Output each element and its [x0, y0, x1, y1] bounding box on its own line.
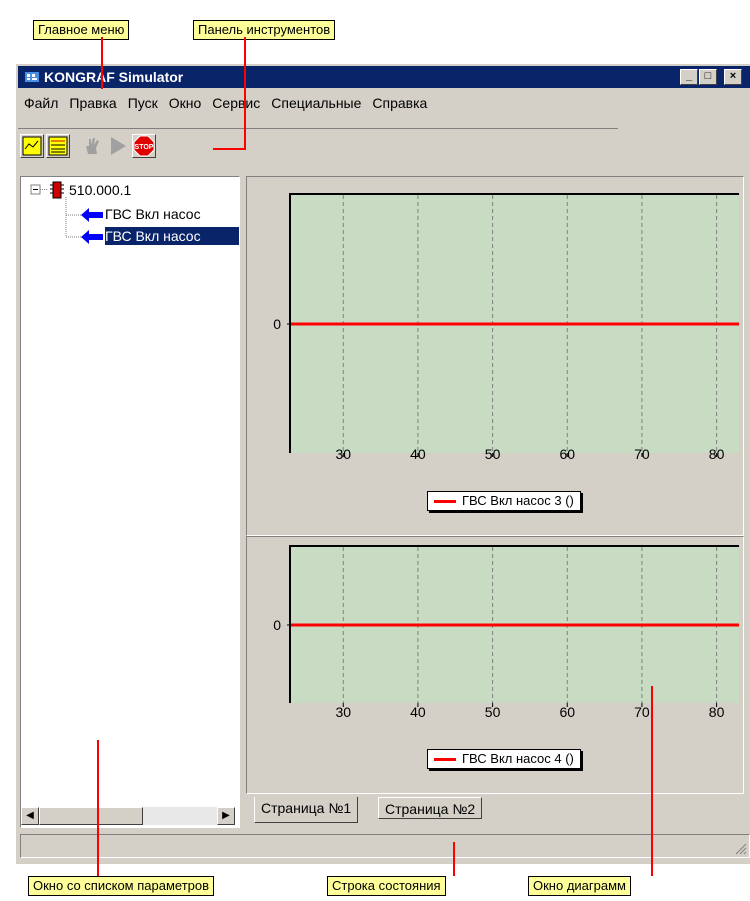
tree-item[interactable]: ГВС Вкл насос — [105, 205, 239, 223]
pointer-line-diagram — [651, 686, 653, 876]
x-tick-label: 80 — [709, 446, 725, 462]
arrow-left-icon — [81, 208, 103, 222]
main-menu: Файл Правка Пуск Окно Сервис Специальные Справ… — [20, 92, 434, 114]
callout-param-list: Окно со списком параметров — [28, 876, 215, 896]
menu-file[interactable]: Файл — [20, 92, 62, 114]
menu-separator — [18, 128, 618, 129]
x-tick-label: 70 — [634, 446, 650, 462]
device-icon — [50, 181, 64, 199]
x-tick-label: 50 — [485, 446, 501, 462]
pointer-line-status — [453, 842, 455, 876]
play-button[interactable] — [106, 134, 130, 158]
x-tick-label: 40 — [410, 704, 426, 720]
callout-toolbar: Панель инструментов — [193, 20, 336, 40]
menu-window[interactable]: Окно — [165, 92, 206, 114]
menu-service[interactable]: Сервис — [208, 92, 264, 114]
x-tick-label: 50 — [485, 704, 501, 720]
tree-hscrollbar[interactable]: ◀ ▶ — [21, 807, 235, 825]
legend-swatch — [434, 758, 456, 761]
legend-label: ГВС Вкл насос 3 () — [462, 493, 574, 508]
legend-label: ГВС Вкл насос 4 () — [462, 751, 574, 766]
chart-2-legend: ГВС Вкл насос 4 () — [427, 749, 581, 769]
stop-button[interactable]: STOP — [132, 134, 156, 158]
x-tick-label: 60 — [559, 704, 575, 720]
x-tick-label: 40 — [410, 446, 426, 462]
parameter-tree[interactable]: 510.000.1 ГВС Вкл насос ГВС Вкл насос ◀ … — [20, 176, 240, 828]
window-title: KONGRAF Simulator — [44, 69, 184, 85]
step-button[interactable] — [80, 134, 104, 158]
menu-edit[interactable]: Правка — [65, 92, 120, 114]
tree-item-selected[interactable]: ГВС Вкл насос — [105, 227, 239, 245]
x-tick-label: 60 — [559, 446, 575, 462]
chart-panel-2: 30 40 50 60 70 80 0 ГВС Вкл насос 4 () — [246, 536, 744, 794]
scroll-thumb[interactable] — [39, 807, 143, 825]
status-bar — [20, 834, 750, 858]
maximize-button[interactable]: □ — [699, 69, 717, 85]
x-tick-label: 30 — [335, 446, 351, 462]
close-button[interactable]: × — [724, 69, 742, 85]
chart-view-button[interactable] — [20, 134, 44, 158]
menu-special[interactable]: Специальные — [267, 92, 365, 114]
table-view-button[interactable] — [46, 134, 70, 158]
resize-grip-icon[interactable] — [733, 841, 747, 855]
menu-help[interactable]: Справка — [368, 92, 431, 114]
y-tick-label: 0 — [273, 316, 281, 332]
callout-status-bar: Строка состояния — [327, 876, 446, 896]
app-icon — [25, 72, 39, 82]
legend-swatch — [434, 500, 456, 503]
scroll-left-button[interactable]: ◀ — [21, 807, 39, 825]
x-tick-label: 30 — [335, 704, 351, 720]
scroll-right-button[interactable]: ▶ — [217, 807, 235, 825]
y-tick-label: 0 — [273, 617, 281, 633]
hand-icon — [86, 138, 99, 154]
app-window: KONGRAF Simulator _ □ × Файл Правка Пуск Ок… — [14, 62, 750, 864]
tree-root[interactable]: 510.000.1 — [69, 181, 131, 199]
pointer-line-menu — [101, 37, 103, 89]
title-bar[interactable]: KONGRAF Simulator _ □ × — [18, 66, 750, 88]
x-tick-label: 70 — [634, 704, 650, 720]
pointer-line-toolbar — [244, 37, 246, 150]
minimize-button[interactable]: _ — [680, 69, 698, 85]
tab-page-1[interactable]: Страница №1 — [254, 797, 359, 823]
chart-1-legend: ГВС Вкл насос 3 () — [427, 491, 581, 511]
table-icon — [48, 136, 68, 156]
chart-icon — [22, 136, 42, 156]
arrow-left-icon — [81, 230, 103, 244]
callout-diagram-window: Окно диаграмм — [528, 876, 631, 896]
menu-run[interactable]: Пуск — [124, 92, 162, 114]
chart-1[interactable]: 30 40 50 60 70 80 0 — [247, 177, 741, 533]
stop-icon-label: STOP — [135, 144, 154, 151]
stop-icon: STOP — [133, 135, 155, 157]
pointer-line-toolbar-h — [213, 148, 246, 150]
callout-main-menu: Главное меню — [33, 20, 130, 40]
chart-panel-1: 30 40 50 60 70 80 0 ГВС Вкл насос 3 () — [246, 176, 744, 536]
play-icon — [111, 137, 126, 155]
pointer-line-tree — [97, 740, 99, 876]
x-tick-label: 80 — [709, 704, 725, 720]
tab-page-2[interactable]: Страница №2 — [378, 797, 483, 819]
